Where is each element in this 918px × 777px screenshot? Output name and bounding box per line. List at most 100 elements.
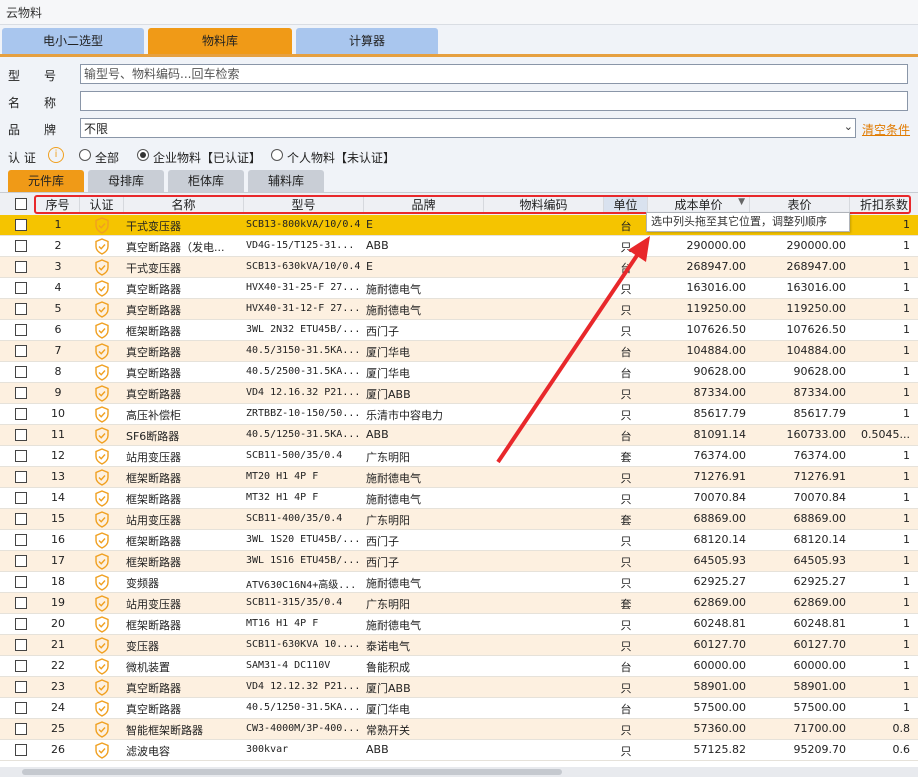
col-header-brand[interactable]: 品牌 — [364, 196, 484, 212]
cell-discount: 1 — [903, 281, 910, 294]
cell-unit: 套 — [620, 451, 632, 464]
radio-all-label[interactable]: 全部 — [95, 149, 119, 166]
table-row[interactable]: 26 滤波电容 300kvar ABB 只 57125.82 95209.70 0.6 — [0, 740, 918, 761]
row-checkbox[interactable] — [15, 723, 27, 735]
table-row[interactable]: 7 真空断路器 40.5/3150-31.5KA... 厦门华电 台 104884.00 1… — [0, 341, 918, 362]
table-row[interactable]: 10 高压补偿柜 ZRTBBZ-10-150/50... 乐清市中容电力 只 85617.… — [0, 404, 918, 425]
model-search-input[interactable] — [80, 64, 908, 84]
table-row[interactable]: 8 真空断路器 40.5/2500-31.5KA... 厦门华电 台 90628.00 90… — [0, 362, 918, 383]
tab-busbar[interactable]: 母排库 — [88, 170, 164, 192]
horizontal-scrollbar[interactable] — [0, 767, 918, 777]
clear-filters-link[interactable]: 清空条件 — [862, 121, 910, 138]
table-row[interactable]: 11 SF6断路器 40.5/1250-31.5KA... ABB 台 81091.14 1… — [0, 425, 918, 446]
tab-material-library[interactable]: 物料库 — [148, 28, 292, 54]
table-row[interactable]: 13 框架断路器 MT20 H1 4P F 施耐德电气 只 71276.91 71276.9… — [0, 467, 918, 488]
cell-cost: 68120.14 — [693, 533, 747, 546]
table-row[interactable]: 20 框架断路器 MT16 H1 4P F 施耐德电气 只 60248.81 60248.8… — [0, 614, 918, 635]
row-checkbox[interactable] — [15, 408, 27, 420]
radio-all[interactable] — [79, 149, 91, 161]
table-row[interactable]: 25 智能框架断路器 CW3-4000M/3P-400... 常熟开关 只 57360.0… — [0, 719, 918, 740]
tab-calculator[interactable]: 计算器 — [296, 28, 438, 54]
col-header-unit[interactable]: 单位 — [604, 196, 648, 212]
row-checkbox[interactable] — [15, 261, 27, 273]
tab-underline — [0, 54, 918, 57]
row-checkbox[interactable] — [15, 471, 27, 483]
row-checkbox[interactable] — [15, 555, 27, 567]
radio-personal-label[interactable]: 个人物料【未认证】 — [287, 149, 395, 166]
table-row[interactable]: 19 站用变压器 SCB11-315/35/0.4 广东明阳 套 62869.00 6286… — [0, 593, 918, 614]
table-row[interactable]: 18 变频器 ATV630C16N4+高级... 施耐德电气 只 62925.27 6292… — [0, 572, 918, 593]
table-row[interactable]: 23 真空断路器 VD4 12.12.32 P21... 厦门ABB 只 58901.00… — [0, 677, 918, 698]
cell-unit: 台 — [620, 367, 632, 380]
col-header-cert[interactable]: 认证 — [80, 196, 124, 212]
row-checkbox[interactable] — [15, 492, 27, 504]
filter-brand-row: 品 牌 不限 ⌄ 清空条件 — [8, 118, 911, 138]
row-checkbox[interactable] — [15, 702, 27, 714]
col-header-discount[interactable]: 折扣系数 — [850, 196, 918, 212]
col-header-cost[interactable]: 成本单价 ▼ — [648, 196, 750, 212]
row-checkbox[interactable] — [15, 639, 27, 651]
cell-unit: 只 — [620, 241, 632, 254]
table-row[interactable]: 15 站用变压器 SCB11-400/35/0.4 广东明阳 套 68869.00 6886… — [0, 509, 918, 530]
table-row[interactable]: 14 框架断路器 MT32 H1 4P F 施耐德电气 只 70070.84 70070.8… — [0, 488, 918, 509]
shield-check-icon — [95, 427, 109, 444]
tab-cabinet[interactable]: 柜体库 — [168, 170, 244, 192]
row-checkbox[interactable] — [15, 366, 27, 378]
table-row[interactable]: 2 真空断路器（发电... VD4G-15/T125-31... ABB 只 290000… — [0, 236, 918, 257]
cell-cost: 268947.00 — [686, 260, 747, 273]
tab-selection[interactable]: 电小二选型 — [2, 28, 144, 54]
brand-select[interactable]: 不限 ⌄ — [80, 118, 856, 138]
table-row[interactable]: 3 干式变压器 SCB13-630kVA/10/0.4 E 台 268947.00 2689… — [0, 257, 918, 278]
radio-enterprise-label[interactable]: 企业物料【已认证】 — [153, 149, 261, 166]
row-checkbox[interactable] — [15, 303, 27, 315]
cell-discount: 1 — [903, 239, 910, 252]
row-checkbox[interactable] — [15, 513, 27, 525]
row-checkbox[interactable] — [15, 681, 27, 693]
scrollbar-thumb[interactable] — [22, 769, 562, 775]
cell-unit: 台 — [620, 220, 632, 233]
row-checkbox[interactable] — [15, 597, 27, 609]
shield-check-icon — [95, 721, 109, 738]
table-row[interactable]: 5 真空断路器 HVX40-31-12-F 27... 施耐德电气 只 119250.00… — [0, 299, 918, 320]
row-checkbox[interactable] — [15, 219, 27, 231]
row-checkbox[interactable] — [15, 576, 27, 588]
tab-accessories[interactable]: 辅料库 — [248, 170, 324, 192]
row-checkbox[interactable] — [15, 282, 27, 294]
name-input[interactable] — [80, 91, 908, 111]
cell-name: 框架断路器 — [126, 535, 181, 548]
col-header-seq[interactable]: 序号 — [36, 196, 80, 212]
row-checkbox[interactable] — [15, 534, 27, 546]
select-all-checkbox[interactable] — [15, 198, 27, 210]
radio-personal[interactable] — [271, 149, 283, 161]
table-row[interactable]: 4 真空断路器 HVX40-31-25-F 27... 施耐德电气 只 163016.00… — [0, 278, 918, 299]
table-row[interactable]: 12 站用变压器 SCB11-500/35/0.4 广东明阳 套 76374.00 7637… — [0, 446, 918, 467]
row-checkbox[interactable] — [15, 387, 27, 399]
info-icon[interactable]: i — [48, 147, 64, 163]
table-row[interactable]: 22 微机装置 SAM31-4 DC110V 鲁能积成 台 60000.00 60000.0… — [0, 656, 918, 677]
col-header-list-price[interactable]: 表价 — [750, 196, 850, 212]
radio-enterprise[interactable] — [137, 149, 149, 161]
table-row[interactable]: 6 框架断路器 3WL 2N32 ETU45B/... 西门子 只 107626.50 10… — [0, 320, 918, 341]
sub-tabs: 元件库 母排库 柜体库 辅料库 — [0, 170, 918, 192]
row-checkbox[interactable] — [15, 324, 27, 336]
cell-discount: 1 — [903, 596, 910, 609]
row-checkbox[interactable] — [15, 429, 27, 441]
table-row[interactable]: 17 框架断路器 3WL 1S16 ETU45B/... 西门子 只 64505.93 64… — [0, 551, 918, 572]
cell-unit: 只 — [620, 724, 632, 737]
row-checkbox[interactable] — [15, 450, 27, 462]
table-row[interactable]: 24 真空断路器 40.5/1250-31.5KA... 厦门华电 台 57500.00 5… — [0, 698, 918, 719]
table-row[interactable]: 9 真空断路器 VD4 12.16.32 P21... 厦门ABB 只 87334.00 8… — [0, 383, 918, 404]
row-checkbox[interactable] — [15, 240, 27, 252]
table-row[interactable]: 21 变压器 SCB11-630KVA 10.... 泰诺电气 只 60127.70 601… — [0, 635, 918, 656]
cell-unit: 只 — [620, 535, 632, 548]
tab-components[interactable]: 元件库 — [8, 170, 84, 192]
row-checkbox[interactable] — [15, 660, 27, 672]
col-header-model[interactable]: 型号 — [244, 196, 364, 212]
row-checkbox[interactable] — [15, 618, 27, 630]
row-checkbox[interactable] — [15, 345, 27, 357]
row-checkbox[interactable] — [15, 744, 27, 756]
col-header-code[interactable]: 物料编码 — [484, 196, 604, 212]
col-header-name[interactable]: 名称 — [124, 196, 244, 212]
shield-check-icon — [95, 448, 109, 465]
table-row[interactable]: 16 框架断路器 3WL 1S20 ETU45B/... 西门子 只 68120.14 68… — [0, 530, 918, 551]
